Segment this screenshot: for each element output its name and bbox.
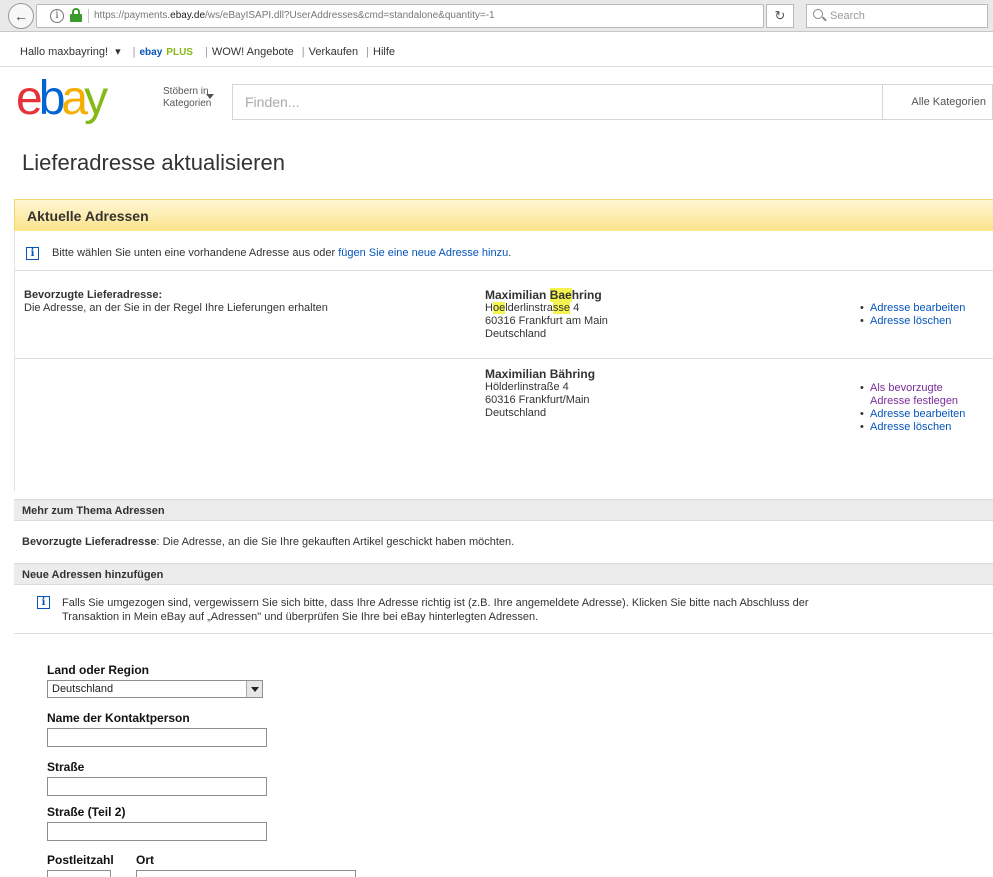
city-input[interactable] [136,870,356,877]
street-label: Straße [47,760,85,774]
category-select[interactable]: Alle Kategorien [882,84,993,120]
divider [14,358,993,359]
set-preferred-link[interactable]: Als bevorzugte Adresse festlegen [870,382,958,407]
sell-link[interactable]: Verkaufen [309,46,359,58]
browse-categories-button[interactable]: Stöbern in Kategorien [163,86,211,110]
dropdown-arrow-icon[interactable] [246,681,262,697]
address-street: Hölderlinstraße 4 [485,381,569,393]
contact-name-label: Name der Kontaktperson [47,711,190,725]
postal-code-label: Postleitzahl [47,853,114,867]
edit-address-link[interactable]: Adresse bearbeiten [870,408,965,420]
street2-label: Straße (Teil 2) [47,805,126,819]
url-domain: ebay.de [170,10,205,21]
add-new-address-link[interactable]: fügen Sie eine neue Adresse hinzu [338,247,508,259]
chevron-down-icon[interactable] [206,94,214,99]
search-icon [813,9,823,19]
url-divider [88,9,89,23]
site-info-icon[interactable]: i [50,9,64,23]
address-card-secondary: Maximilian Bähring Hölderlinstraße 4 603… [485,368,595,420]
address-city: 60316 Frankfurt/Main [485,394,590,406]
country-select[interactable]: Deutschland [47,680,263,698]
url-text[interactable]: https://payments.ebay.de/ws/eBayISAPI.dl… [94,10,495,21]
street2-input[interactable] [47,822,267,841]
reload-icon[interactable]: ↻ [766,4,794,28]
delete-address-link[interactable]: Adresse löschen [870,421,951,433]
address-actions-preferred: Adresse bearbeiten Adresse löschen [858,302,965,328]
address-name: Maximilian Bähring [485,367,596,381]
address-name: Maximilian Baehring [485,288,602,302]
browser-search-placeholder: Search [830,10,865,22]
more-about-addresses-header: Mehr zum Thema Adressen [14,499,993,521]
new-addresses-header: Neue Adressen hinzufügen [14,563,993,585]
back-arrow-icon[interactable]: ← [8,3,34,29]
lock-icon[interactable] [70,8,82,22]
divider [14,633,993,634]
city-label: Ort [136,853,154,867]
divider [14,270,993,271]
ebay-search-input[interactable]: Finden... [232,84,882,120]
preferred-address-label: Bevorzugte Lieferadresse: Die Adresse, an… [24,289,328,314]
address-country: Deutschland [485,407,547,419]
postal-code-input[interactable] [47,870,111,877]
contact-name-input[interactable] [47,728,267,747]
ebay-plus-link[interactable]: ebay PLUS [140,47,197,58]
edit-address-link[interactable]: Adresse bearbeiten [870,302,965,314]
new-address-info-text: Falls Sie umgezogen sind, vergewissern S… [62,597,809,623]
address-actions-secondary: Als bevorzugteAdresse festlegen Adresse … [858,382,965,434]
help-link[interactable]: Hilfe [373,46,395,58]
address-city: 60316 Frankfurt am Main [485,315,608,327]
info-icon: i [26,247,39,260]
page-title: Lieferadresse aktualisieren [22,150,285,175]
current-addresses-header: Aktuelle Adressen [14,199,993,231]
address-street: Hoelderlinstrasse 4 [485,302,580,314]
top-navigation: Hallo maxbayring! ▾ | ebay PLUS | WOW! Angebo… [20,46,396,58]
address-country: Deutschland [485,328,547,340]
topnav-divider [0,66,993,67]
info-icon: i [37,596,50,609]
preferred-address-definition: Bevorzugte Lieferadresse: Die Adresse, a… [22,536,515,548]
ebay-logo[interactable]: ebay [16,73,108,125]
delete-address-link[interactable]: Adresse löschen [870,315,951,327]
wow-deals-link[interactable]: WOW! Angebote [212,46,294,58]
greeting-link[interactable]: Hallo maxbayring! ▾ [20,46,125,58]
current-info-text: Bitte wählen Sie unten eine vorhandene A… [52,247,512,259]
country-label: Land oder Region [47,663,149,677]
address-card-preferred: Maximilian Baehring Hoelderlinstrasse 4 … [485,288,608,341]
street-input[interactable] [47,777,267,796]
